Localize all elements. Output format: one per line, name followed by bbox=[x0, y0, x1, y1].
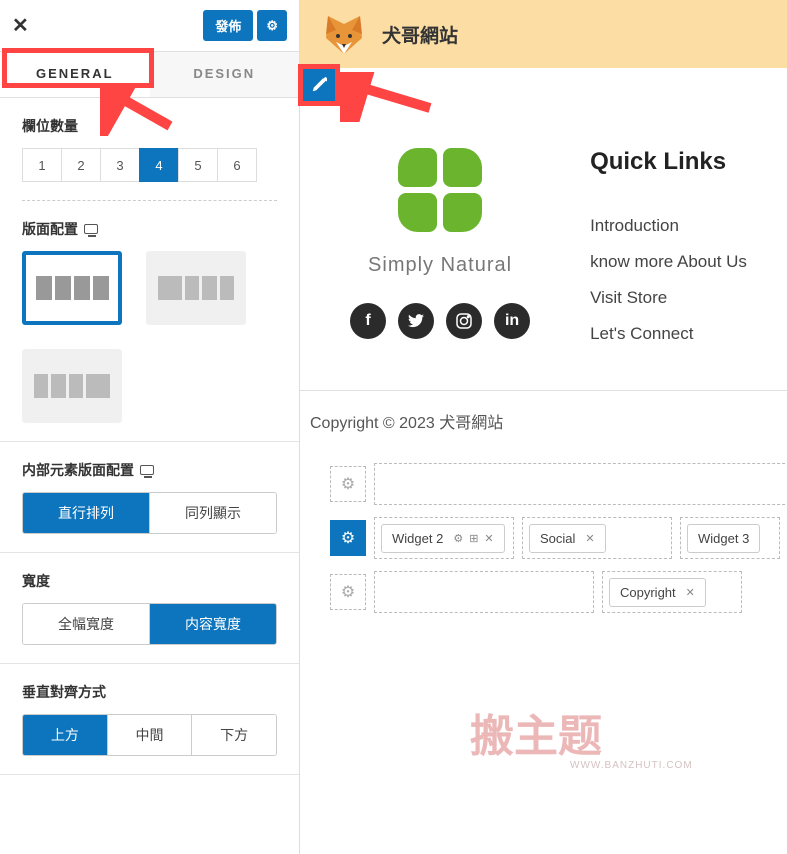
settings-button[interactable]: ⚙ bbox=[257, 10, 287, 41]
ql-store[interactable]: Visit Store bbox=[590, 288, 747, 308]
ql-connect[interactable]: Let's Connect bbox=[590, 324, 747, 344]
slot-empty[interactable] bbox=[374, 463, 787, 505]
col-6[interactable]: 6 bbox=[217, 148, 257, 182]
desktop-icon bbox=[140, 465, 154, 475]
layout-opt-3[interactable] bbox=[22, 349, 122, 423]
valign-middle[interactable]: 中間 bbox=[107, 715, 192, 755]
slot-widget3[interactable]: Widget 3 bbox=[680, 517, 780, 559]
linkedin-icon[interactable]: in bbox=[494, 303, 530, 339]
inner-vertical[interactable]: 直行排列 bbox=[23, 493, 149, 533]
site-title: 犬哥網站 bbox=[382, 21, 458, 48]
leaf-logo bbox=[398, 148, 482, 232]
chip-social[interactable]: Social✕ bbox=[529, 524, 606, 553]
slot-widget2[interactable]: Widget 2⚙⊞✕ bbox=[374, 517, 514, 559]
arrow-to-edit bbox=[340, 72, 440, 122]
layout-title: 版面配置 bbox=[22, 219, 277, 239]
slot-empty-left[interactable] bbox=[374, 571, 594, 613]
grid-icon[interactable]: ⊞ bbox=[469, 532, 478, 545]
col-4[interactable]: 4 bbox=[139, 148, 179, 182]
valign-title: 垂直對齊方式 bbox=[22, 682, 277, 702]
layout-opt-1[interactable] bbox=[22, 251, 122, 325]
width-title: 寬度 bbox=[22, 571, 277, 591]
publish-button[interactable]: 發佈 bbox=[203, 10, 253, 41]
footer-builder: ⚙ ⚙ Widget 2⚙⊞✕ Social✕ Widget 3 ⚙ Copyr… bbox=[300, 451, 787, 613]
edit-block-button[interactable] bbox=[302, 68, 336, 102]
col-count-options: 1 2 3 4 5 6 bbox=[22, 148, 277, 201]
preview-pane: 犬哥網站 Simply Natural f in Quick Links Int… bbox=[300, 0, 787, 854]
site-header: 犬哥網站 bbox=[300, 0, 787, 68]
fox-logo bbox=[322, 12, 366, 56]
close-icon[interactable]: ✕ bbox=[585, 532, 594, 545]
instagram-icon[interactable] bbox=[446, 303, 482, 339]
ql-intro[interactable]: Introduction bbox=[590, 216, 747, 236]
gear-icon: ⚙ bbox=[266, 18, 278, 34]
col-5[interactable]: 5 bbox=[178, 148, 218, 182]
col-1[interactable]: 1 bbox=[22, 148, 62, 182]
brand-text: Simply Natural bbox=[340, 254, 540, 277]
twitter-icon[interactable] bbox=[398, 303, 434, 339]
inner-layout-title: 内部元素版面配置 bbox=[22, 460, 277, 480]
slot-copyright[interactable]: Copyright✕ bbox=[602, 571, 742, 613]
close-icon[interactable]: ✕ bbox=[12, 13, 29, 38]
chip-copyright[interactable]: Copyright✕ bbox=[609, 578, 706, 607]
col-2[interactable]: 2 bbox=[61, 148, 101, 182]
col-3[interactable]: 3 bbox=[100, 148, 140, 182]
row-settings-bottom[interactable]: ⚙ bbox=[330, 574, 366, 610]
arrow-to-general bbox=[100, 86, 180, 136]
width-full[interactable]: 全幅寬度 bbox=[23, 604, 149, 644]
quick-links-title: Quick Links bbox=[590, 148, 747, 176]
gear-icon[interactable]: ⚙ bbox=[453, 532, 463, 545]
row-settings-main[interactable]: ⚙ bbox=[330, 520, 366, 556]
facebook-icon[interactable]: f bbox=[350, 303, 386, 339]
valign-top[interactable]: 上方 bbox=[23, 715, 107, 755]
layout-opt-2[interactable] bbox=[146, 251, 246, 325]
valign-bottom[interactable]: 下方 bbox=[191, 715, 276, 755]
inner-horizontal[interactable]: 同列顯示 bbox=[149, 493, 276, 533]
ql-about[interactable]: know more About Us bbox=[590, 252, 747, 272]
width-content[interactable]: 内容寬度 bbox=[149, 604, 276, 644]
pencil-icon bbox=[311, 77, 327, 93]
chip-widget3[interactable]: Widget 3 bbox=[687, 524, 760, 553]
chip-widget2[interactable]: Widget 2⚙⊞✕ bbox=[381, 524, 505, 553]
close-icon[interactable]: ✕ bbox=[686, 586, 695, 599]
close-icon[interactable]: ✕ bbox=[484, 532, 493, 545]
row-settings-top[interactable]: ⚙ bbox=[330, 466, 366, 502]
slot-social[interactable]: Social✕ bbox=[522, 517, 672, 559]
desktop-icon bbox=[84, 224, 98, 234]
copyright-text: Copyright © 2023 犬哥網站 bbox=[300, 390, 787, 451]
